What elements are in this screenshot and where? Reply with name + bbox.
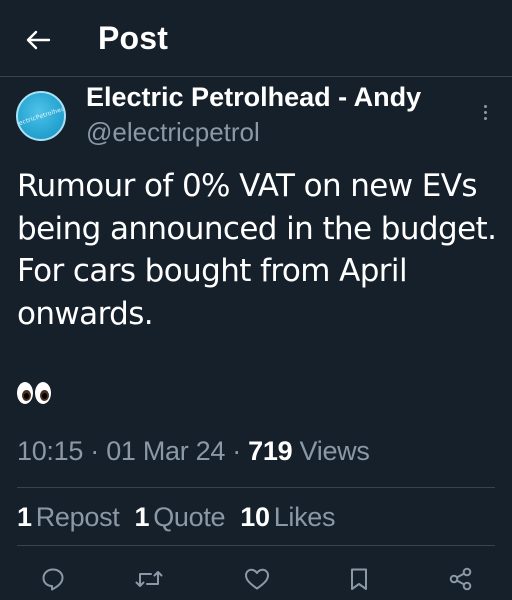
engagement-stats: 1 Repost 1 Quote 10 Likes — [17, 502, 336, 533]
author-name[interactable]: Electric Petrolhead - Andy — [86, 82, 421, 113]
post-text: Rumour of 0% VAT on new EVs being announ… — [17, 168, 497, 332]
share-button[interactable] — [446, 564, 476, 594]
likes-label: Likes — [273, 502, 336, 532]
post-time[interactable]: 10:15 — [17, 436, 83, 466]
bookmark-icon — [351, 568, 367, 590]
quotes-stat[interactable]: 1 Quote — [134, 502, 225, 533]
more-options-button[interactable] — [476, 100, 494, 124]
arrow-left-icon — [26, 30, 51, 50]
meta-divider — [17, 487, 495, 488]
post-date[interactable]: 01 Mar 24 — [106, 436, 225, 466]
eye-icon — [17, 382, 33, 404]
likes-count: 10 — [240, 502, 270, 532]
repost-icon — [135, 571, 163, 587]
eyes-emoji — [17, 382, 51, 404]
quotes-count: 1 — [134, 502, 150, 532]
eye-icon — [35, 382, 51, 404]
avatar[interactable]: ElectricPetrolhead — [16, 91, 66, 141]
action-bar — [0, 558, 512, 598]
reposts-label: Repost — [35, 502, 120, 532]
views-count[interactable]: 719 — [248, 436, 292, 466]
reposts-count: 1 — [17, 502, 32, 532]
header-divider — [0, 76, 512, 77]
share-icon — [449, 567, 472, 591]
more-dot-icon — [483, 104, 487, 108]
reposts-stat[interactable]: 1 Repost — [17, 502, 120, 533]
heart-icon — [245, 568, 269, 590]
meta-separator: · — [90, 436, 99, 466]
bookmark-button[interactable] — [344, 564, 374, 594]
page-title: Post — [98, 20, 169, 56]
post-meta: 10:15 · 01 Mar 24 · 719 Views — [17, 436, 370, 467]
back-button[interactable] — [22, 24, 54, 56]
like-button[interactable] — [242, 564, 272, 594]
quotes-label: Quote — [153, 502, 226, 532]
views-label[interactable]: Views — [300, 436, 370, 466]
author-handle[interactable]: @electricpetrol — [86, 117, 260, 148]
more-dot-icon — [483, 116, 487, 120]
repost-button[interactable] — [134, 564, 164, 594]
stats-divider — [17, 545, 495, 546]
reply-button[interactable] — [38, 564, 68, 594]
more-dot-icon — [483, 110, 487, 114]
likes-stat[interactable]: 10 Likes — [240, 502, 335, 533]
top-bar: Post — [0, 0, 512, 76]
meta-separator: · — [232, 436, 241, 466]
reply-icon — [42, 568, 64, 591]
avatar-logo-text: ElectricPetrolhead — [16, 103, 66, 129]
